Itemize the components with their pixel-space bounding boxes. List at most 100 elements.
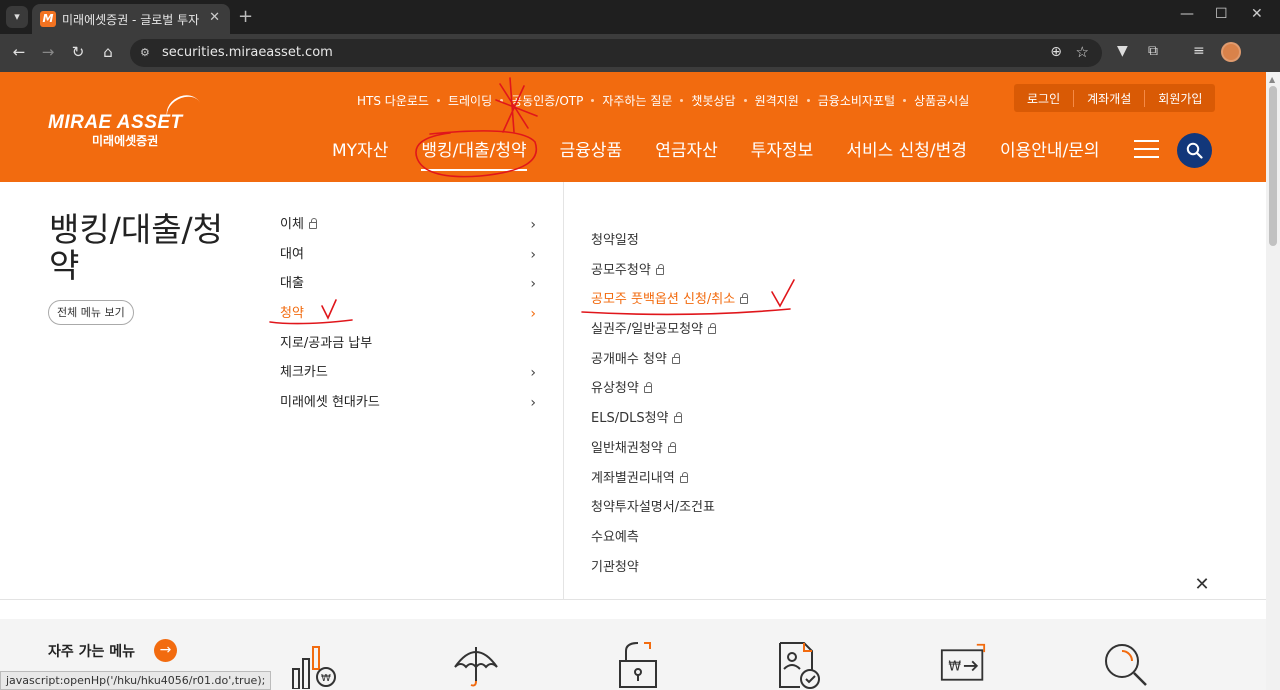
arrow-right-icon[interactable]: → [154, 639, 177, 662]
minimize-icon[interactable]: — [1180, 6, 1194, 22]
lock-icon [679, 471, 688, 483]
profile-avatar[interactable] [1221, 42, 1241, 62]
search-button[interactable] [1177, 133, 1212, 168]
document-user-icon[interactable] [778, 641, 824, 689]
open-account-button[interactable]: 계좌개설 [1073, 89, 1144, 107]
chart-won-icon[interactable]: ₩ [290, 641, 336, 689]
util-product-disclosure[interactable]: 상품공시실 [914, 92, 969, 109]
util-trading[interactable]: 트레이딩 [448, 92, 492, 109]
search-icon [1186, 142, 1203, 159]
account-buttons: 로그인 계좌개설 회원가입 [1014, 84, 1216, 112]
lock-icon [673, 412, 682, 424]
maximize-icon[interactable]: ☐ [1215, 6, 1228, 22]
magnifier-icon[interactable] [1102, 641, 1148, 689]
won-transfer-icon[interactable]: ₩ [940, 641, 986, 689]
extension-v-icon[interactable]: ▼ [1117, 43, 1128, 59]
reload-icon[interactable]: ↻ [68, 43, 88, 61]
menu-loan[interactable]: 대출 › [280, 271, 540, 301]
nav-service-request[interactable]: 서비스 신청/변경 [846, 136, 967, 161]
submenu-rights-public-offering[interactable]: 실권주/일반공모청약 [591, 317, 891, 347]
nav-help-inquiry[interactable]: 이용안내/문의 [1000, 136, 1100, 161]
util-certificate-otp[interactable]: 공동인증/OTP [511, 92, 583, 109]
status-bar-url: javascript:openHp('/hku/hku4056/r01.do',… [0, 671, 272, 690]
window-close-icon[interactable]: ✕ [1251, 6, 1263, 22]
submenu-label: 실권주/일반공모청약 [591, 322, 704, 338]
submenu-prospectus[interactable]: 청약투자설명서/조건표 [591, 495, 891, 525]
lock-icon [740, 293, 749, 305]
chevron-right-icon: › [530, 217, 536, 233]
tab-search-button[interactable]: ▾ [6, 6, 28, 28]
menu-label: 청약 [280, 306, 304, 322]
signup-button[interactable]: 회원가입 [1144, 89, 1215, 107]
menu-hyundai-card[interactable]: 미래에셋 현대카드 › [280, 390, 540, 420]
lock-icon [708, 323, 717, 335]
chevron-right-icon: › [530, 246, 536, 263]
hamburger-menu-icon[interactable] [1134, 140, 1159, 158]
zoom-icon[interactable]: ⊕ [1050, 44, 1062, 60]
menu-label: 대여 [280, 246, 304, 262]
browser-tab-bar: ▾ M 미래에셋증권 - 글로벌 투자 파트너 ✕ + — ☐ ✕ [0, 0, 1280, 34]
submenu-ipo-subscription[interactable]: 공모주청약 [591, 258, 891, 288]
menu-transfer[interactable]: 이체 › [280, 212, 540, 242]
submenu-label: ELS/DLS청약 [591, 411, 669, 427]
address-bar[interactable]: ⚙ securities.miraeasset.com ⊕ ☆ [130, 39, 1102, 67]
page-scrollbar[interactable]: ▲ [1266, 72, 1280, 690]
umbrella-icon[interactable] [453, 641, 499, 689]
chevron-right-icon: › [530, 276, 536, 293]
mirae-asset-logo[interactable]: MIRAE ASSET 미래에셋증권 [48, 89, 207, 149]
home-icon[interactable]: ⌂ [98, 43, 118, 61]
submenu-bond-subscription[interactable]: 일반채권청약 [591, 436, 891, 466]
nav-financial-products[interactable]: 금융상품 [560, 136, 623, 161]
nav-investment-info[interactable]: 투자정보 [751, 136, 814, 161]
forward-icon[interactable]: → [38, 43, 58, 61]
util-hts-download[interactable]: HTS 다운로드 [357, 92, 429, 109]
all-menu-button[interactable]: 전체 메뉴 보기 [48, 300, 134, 325]
submenu-institutional[interactable]: 기관청약 [591, 555, 891, 585]
submenu-tender-offer[interactable]: 공개매수 청약 [591, 347, 891, 377]
nav-my-assets[interactable]: MY자산 [332, 136, 388, 161]
tab-close-icon[interactable]: ✕ [209, 10, 220, 25]
submenu-label: 일반채권청약 [591, 440, 663, 456]
submenu-label: 계좌별권리내역 [591, 470, 675, 486]
menu-check-card[interactable]: 체크카드 › [280, 360, 540, 390]
new-tab-icon[interactable]: + [238, 6, 253, 27]
utility-links: HTS 다운로드 트레이딩 공동인증/OTP 자주하는 질문 챗봇상담 원격지원… [357, 92, 969, 109]
util-faq[interactable]: 자주하는 질문 [602, 92, 672, 109]
submenu-ipo-putback-option[interactable]: 공모주 풋백옵션 신청/취소 [591, 287, 891, 317]
scroll-up-icon[interactable]: ▲ [1269, 75, 1275, 84]
main-nav: MY자산 뱅킹/대출/청약 금융상품 연금자산 투자정보 서비스 신청/변경 이… [332, 136, 1133, 171]
util-consumer-portal[interactable]: 금융소비자포털 [818, 92, 895, 109]
lock-icon [308, 218, 317, 229]
svg-text:₩: ₩ [948, 660, 961, 675]
menu-giro-payment[interactable]: 지로/공과금 납부 [280, 331, 540, 361]
back-icon[interactable]: ← [9, 43, 29, 61]
submenu-account-rights[interactable]: 계좌별권리내역 [591, 466, 891, 496]
submenu-demand-forecast[interactable]: 수요예측 [591, 525, 891, 555]
browser-tab[interactable]: M 미래에셋증권 - 글로벌 투자 파트너 ✕ [32, 4, 230, 34]
submenu-label: 공모주청약 [591, 262, 651, 278]
extensions-puzzle-icon[interactable]: ⧉ [1148, 43, 1158, 59]
submenu-subscription-schedule[interactable]: 청약일정 [591, 228, 891, 258]
util-remote-support[interactable]: 원격지원 [755, 92, 799, 109]
submenu-label: 청약투자설명서/조건표 [591, 500, 715, 516]
submenu-els-dls[interactable]: ELS/DLS청약 [591, 406, 891, 436]
bookmark-star-icon[interactable]: ☆ [1076, 43, 1089, 61]
scrollbar-thumb[interactable] [1269, 86, 1277, 246]
reading-list-icon[interactable]: ≡ [1193, 43, 1205, 59]
level2-menu: 이체 › 대여 › 대출 › 청약 › 지로/공과금 납부 체크카드 › 미래에셋 현대카… [280, 212, 540, 420]
chevron-right-icon: › [530, 395, 536, 412]
submenu-rights-offering[interactable]: 유상청약 [591, 376, 891, 406]
mega-menu-panel: 뱅킹/대출/청약 전체 메뉴 보기 이체 › 대여 › 대출 › 청약 › 지로/공과금… [0, 182, 1266, 600]
menu-lending[interactable]: 대여 › [280, 242, 540, 272]
submenu-label: 공모주 풋백옵션 신청/취소 [591, 292, 736, 308]
util-chatbot[interactable]: 챗봇상담 [691, 92, 735, 109]
site-info-icon[interactable]: ⚙ [140, 46, 150, 59]
close-icon[interactable]: ✕ [1189, 572, 1215, 598]
login-button[interactable]: 로그인 [1014, 90, 1073, 107]
logo-text-en: MIRAE ASSET [48, 112, 183, 133]
nav-pension-assets[interactable]: 연금자산 [655, 136, 718, 161]
nav-banking-loan-subscription[interactable]: 뱅킹/대출/청약 [421, 136, 527, 171]
lock-icon[interactable] [616, 641, 662, 689]
submenu-label: 기관청약 [591, 559, 639, 575]
menu-subscription[interactable]: 청약 › [280, 301, 540, 331]
